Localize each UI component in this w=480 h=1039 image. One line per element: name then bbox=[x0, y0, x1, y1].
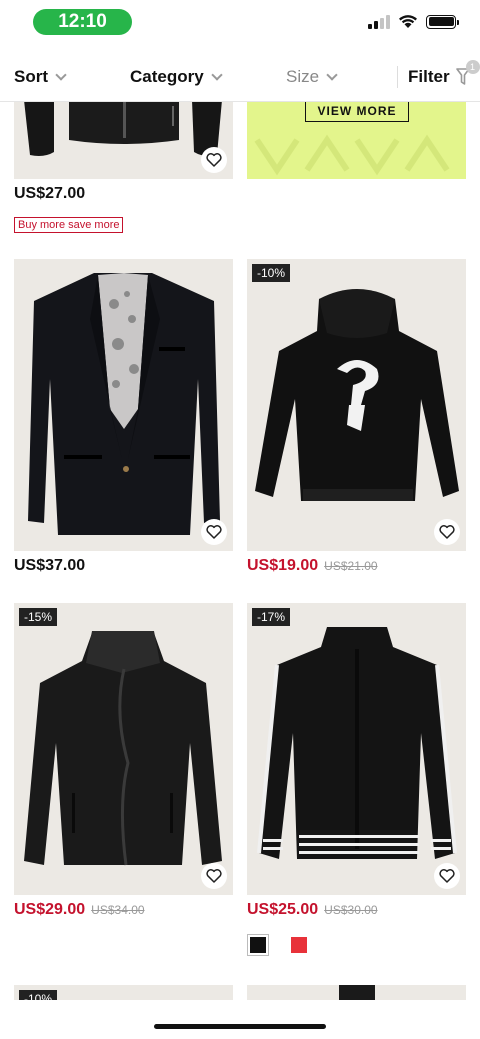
product-image[interactable]: -10% bbox=[14, 985, 233, 1000]
discount-badge: -10% bbox=[19, 990, 58, 1000]
product-card[interactable]: -10% bbox=[14, 985, 233, 1000]
chevron-down-icon bbox=[211, 68, 223, 81]
home-indicator[interactable] bbox=[154, 1024, 326, 1029]
price-row: US$29.00 US$34.00 bbox=[14, 901, 145, 919]
jacket-image bbox=[257, 627, 457, 859]
category-dropdown[interactable]: Category bbox=[130, 52, 223, 102]
original-price: US$21.00 bbox=[324, 559, 378, 573]
sort-label: Sort bbox=[14, 67, 48, 86]
jacket-image bbox=[24, 631, 222, 866]
product-image[interactable] bbox=[247, 985, 466, 1000]
product-card[interactable] bbox=[247, 985, 466, 1000]
filter-button[interactable]: Filter 1 bbox=[408, 52, 480, 102]
signal-icon bbox=[368, 14, 390, 29]
product-card[interactable]: -15% US$29.00 US$34.00 bbox=[14, 603, 233, 943]
view-more-button[interactable]: VIEW MORE bbox=[305, 100, 409, 122]
blazer-image bbox=[28, 273, 220, 535]
promo-banner[interactable]: VIEW MORE bbox=[247, 100, 466, 179]
sort-dropdown[interactable]: Sort bbox=[14, 52, 67, 102]
product-card[interactable]: -17% US$25.00 US$30.00 bbox=[247, 603, 466, 963]
category-label: Category bbox=[130, 67, 204, 86]
product-image[interactable]: -15% bbox=[14, 603, 233, 895]
product-price: US$29.00 bbox=[14, 901, 86, 918]
hoodie-image bbox=[255, 289, 459, 501]
promo-tag: Buy more save more bbox=[14, 217, 124, 233]
jacket-image bbox=[339, 985, 375, 1000]
product-price: US$37.00 bbox=[14, 557, 86, 574]
jacket-image bbox=[24, 100, 222, 156]
product-card[interactable]: US$27.00 Buy more save more bbox=[14, 0, 233, 240]
battery-icon bbox=[426, 14, 459, 29]
product-price: US$27.00 bbox=[14, 185, 86, 202]
size-dropdown[interactable]: Size bbox=[286, 52, 338, 102]
wishlist-heart-icon[interactable] bbox=[201, 519, 227, 545]
discount-badge: -17% bbox=[252, 608, 291, 626]
color-swatch-red[interactable] bbox=[288, 934, 310, 956]
product-image[interactable]: -10% bbox=[247, 259, 466, 551]
wishlist-heart-icon[interactable] bbox=[201, 863, 227, 889]
price-row: US$37.00 bbox=[14, 557, 85, 575]
size-label: Size bbox=[286, 67, 320, 86]
discount-badge: -10% bbox=[252, 264, 291, 282]
filter-bar: Sort Category Size Filter 1 bbox=[0, 52, 480, 102]
product-price: US$19.00 bbox=[247, 557, 319, 574]
wishlist-heart-icon[interactable] bbox=[434, 519, 460, 545]
chevron-down-icon bbox=[55, 68, 67, 81]
product-image[interactable] bbox=[14, 100, 233, 179]
original-price: US$34.00 bbox=[91, 903, 145, 917]
product-price: US$25.00 bbox=[247, 901, 319, 918]
product-image[interactable]: -17% bbox=[247, 603, 466, 895]
wifi-icon bbox=[399, 15, 417, 28]
wishlist-heart-icon[interactable] bbox=[201, 147, 227, 173]
color-swatch-black[interactable] bbox=[247, 934, 269, 956]
product-card[interactable]: -10% US$19.00 US$21.00 bbox=[247, 259, 466, 589]
filter-count-badge: 1 bbox=[465, 60, 480, 74]
price-row: US$25.00 US$30.00 bbox=[247, 901, 378, 919]
price-row: US$27.00 bbox=[14, 185, 85, 203]
product-image[interactable] bbox=[14, 259, 233, 551]
price-row: US$19.00 US$21.00 bbox=[247, 557, 378, 575]
product-card[interactable]: US$37.00 bbox=[14, 259, 233, 589]
divider bbox=[397, 66, 398, 88]
status-icons bbox=[368, 14, 459, 29]
wishlist-heart-icon[interactable] bbox=[434, 863, 460, 889]
filter-label: Filter bbox=[408, 67, 450, 86]
chevron-down-icon bbox=[326, 68, 338, 81]
filter-icon: 1 bbox=[455, 60, 480, 86]
discount-badge: -15% bbox=[19, 608, 58, 626]
original-price: US$30.00 bbox=[324, 903, 378, 917]
